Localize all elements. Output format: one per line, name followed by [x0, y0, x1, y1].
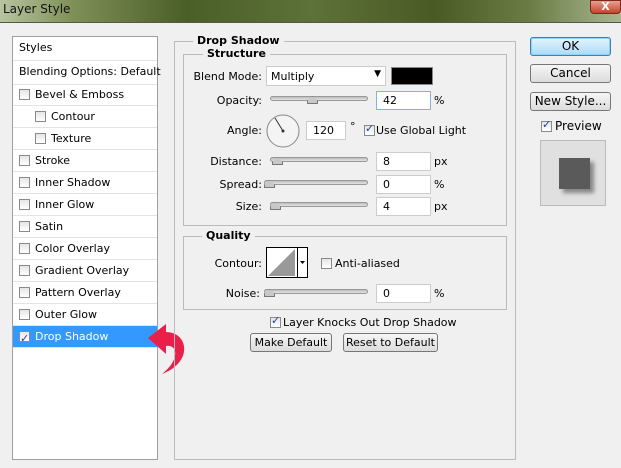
size-input[interactable]: 4 — [376, 197, 431, 216]
sidebar-item[interactable]: Drop Shadow — [13, 326, 157, 349]
size-label: Size: — [235, 200, 262, 213]
sidebar-item-label: Blending Options: Default — [19, 65, 161, 78]
angle-dial[interactable] — [266, 114, 300, 148]
layer-knocks-out-label: Layer Knocks Out Drop Shadow — [283, 316, 457, 329]
sidebar-item[interactable]: Inner Shadow — [13, 172, 157, 194]
noise-input[interactable]: 0 — [376, 284, 431, 303]
preview-checkbox[interactable]: Preview — [541, 118, 602, 133]
sidebar-item-label: Inner Shadow — [35, 176, 111, 189]
contour-picker[interactable] — [266, 247, 308, 278]
use-global-light-label: Use Global Light — [376, 124, 467, 137]
close-button[interactable]: X — [590, 0, 621, 14]
sidebar-item[interactable]: Blending Options: Default — [13, 61, 161, 85]
opacity-unit: % — [434, 94, 445, 107]
title-bar — [0, 0, 621, 22]
preview-thumbnail — [540, 140, 606, 206]
sidebar-item-label: Inner Glow — [35, 198, 95, 211]
cancel-button[interactable]: Cancel — [530, 64, 611, 83]
preview-label: Preview — [555, 119, 602, 133]
checkbox-icon[interactable] — [19, 265, 30, 276]
checkbox-icon — [270, 314, 281, 328]
sidebar-item[interactable]: Gradient Overlay — [13, 260, 157, 282]
quality-title: Quality — [202, 229, 255, 242]
reset-to-default-button[interactable]: Reset to Default — [343, 333, 438, 352]
sidebar-item-label: Satin — [35, 220, 64, 233]
shadow-color-swatch[interactable] — [391, 67, 433, 85]
checkbox-icon[interactable] — [19, 221, 30, 232]
contour-label: Contour: — [214, 257, 262, 270]
structure-title: Structure — [203, 47, 270, 60]
sidebar-item-label: Outer Glow — [35, 308, 98, 321]
make-default-button[interactable]: Make Default — [250, 333, 332, 352]
window-title: Layer Style — [3, 2, 71, 16]
spread-input[interactable]: 0 — [376, 175, 431, 194]
size-slider[interactable] — [270, 202, 368, 207]
sidebar-item[interactable]: Bevel & Emboss — [13, 84, 157, 106]
checkbox-icon[interactable] — [35, 111, 46, 122]
angle-input[interactable]: 120 — [306, 121, 346, 140]
spread-unit: % — [434, 178, 445, 191]
sidebar-item[interactable]: Color Overlay — [13, 238, 157, 260]
distance-input[interactable]: 8 — [376, 152, 431, 171]
sidebar-item-label: Bevel & Emboss — [35, 88, 125, 101]
checkbox-icon — [541, 118, 552, 132]
styles-list: Styles Blending Options: Default Bevel & E… — [12, 36, 161, 460]
checkbox-icon — [364, 122, 375, 136]
sidebar-item[interactable]: Outer Glow — [13, 304, 157, 326]
checkbox-icon[interactable] — [35, 133, 46, 144]
sidebar-item[interactable]: Inner Glow — [13, 194, 157, 216]
sidebar-item-label: Texture — [51, 132, 92, 145]
anti-aliased-label: Anti-aliased — [335, 257, 400, 270]
anti-aliased-checkbox[interactable]: Anti-aliased — [321, 257, 400, 270]
opacity-label: Opacity: — [216, 94, 262, 107]
checkbox-icon[interactable] — [19, 328, 30, 349]
sidebar-item[interactable]: Texture — [13, 128, 157, 150]
sidebar-item-label: Pattern Overlay — [35, 286, 121, 299]
size-unit: px — [434, 200, 448, 213]
sidebar-item-label: Drop Shadow — [35, 330, 109, 343]
sidebar-item[interactable]: Contour — [13, 106, 157, 128]
distance-label: Distance: — [210, 155, 262, 168]
checkbox-icon[interactable] — [19, 155, 30, 166]
noise-slider[interactable] — [264, 289, 368, 294]
noise-label: Noise: — [225, 287, 260, 300]
checkbox-icon — [321, 258, 332, 269]
distance-slider[interactable] — [270, 157, 368, 162]
sidebar-item-label: Contour — [51, 110, 95, 123]
layer-knocks-out-checkbox[interactable]: Layer Knocks Out Drop Shadow — [270, 314, 457, 329]
blend-mode-value: Multiply — [271, 70, 315, 83]
sidebar-item[interactable]: Pattern Overlay — [13, 282, 157, 304]
sidebar-item-label: Styles — [19, 41, 53, 54]
sidebar-item-label: Stroke — [35, 154, 71, 167]
new-style-button[interactable]: New Style... — [530, 92, 611, 111]
sidebar-item[interactable]: Styles — [13, 37, 157, 61]
sidebar-item-label: Color Overlay — [35, 242, 110, 255]
checkbox-icon[interactable] — [19, 243, 30, 254]
chevron-down-icon: ▼ — [374, 69, 381, 79]
sidebar-item[interactable]: Satin — [13, 216, 157, 238]
opacity-slider[interactable] — [270, 96, 368, 101]
checkbox-icon[interactable] — [19, 89, 30, 100]
angle-label: Angle: — [226, 124, 262, 137]
checkbox-icon[interactable] — [19, 309, 30, 320]
checkbox-icon[interactable] — [19, 177, 30, 188]
spread-label: Spread: — [219, 178, 262, 191]
blend-mode-label: Blend Mode: — [193, 70, 263, 83]
noise-unit: % — [434, 287, 445, 300]
opacity-input[interactable]: 42 — [376, 91, 431, 110]
checkbox-icon[interactable] — [19, 199, 30, 210]
group-title: Drop Shadow — [193, 34, 284, 47]
checkbox-icon[interactable] — [19, 287, 30, 298]
sidebar-item[interactable]: Stroke — [13, 150, 157, 172]
angle-unit: ° — [350, 120, 356, 133]
sidebar-item-label: Gradient Overlay — [35, 264, 130, 277]
use-global-light-checkbox[interactable]: Use Global Light — [364, 122, 467, 137]
ok-button[interactable]: OK — [530, 37, 611, 56]
preview-square — [559, 158, 590, 189]
blend-mode-select[interactable]: Multiply ▼ — [266, 66, 386, 86]
distance-unit: px — [434, 155, 448, 168]
spread-slider[interactable] — [264, 180, 368, 185]
